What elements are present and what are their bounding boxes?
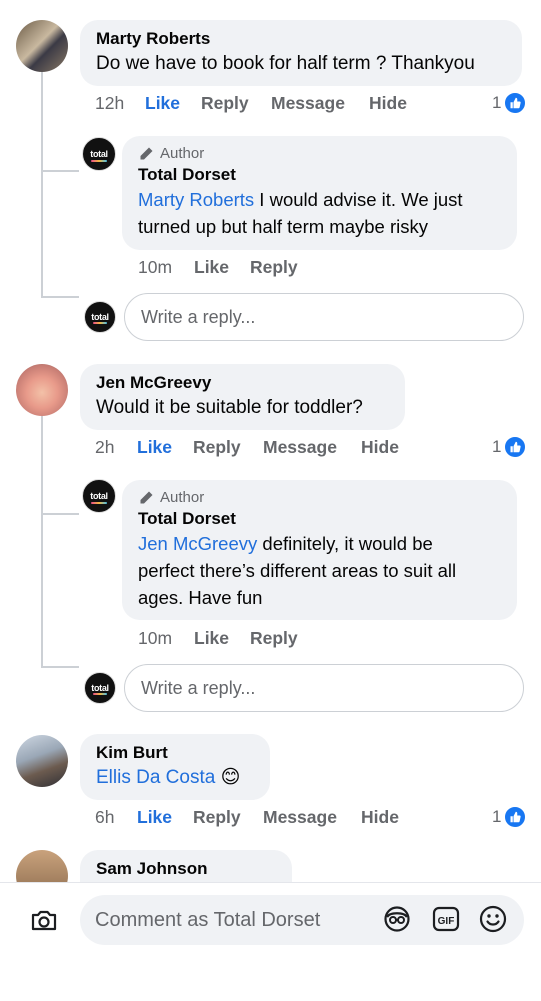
reply-input[interactable]: Write a reply... bbox=[124, 293, 524, 341]
mention-link[interactable]: Marty Roberts bbox=[138, 189, 254, 210]
reply-text-line3: ages. Have fun bbox=[138, 587, 263, 608]
comment-bubble: Jen McGreevy Would it be suitable for to… bbox=[80, 364, 405, 430]
author-badge-label: Author bbox=[160, 145, 205, 162]
thread-line-branch bbox=[41, 666, 79, 668]
author-badge: Author bbox=[138, 144, 503, 164]
comment-input-placeholder: Comment as Total Dorset bbox=[95, 908, 321, 931]
author-avatar[interactable]: total bbox=[82, 137, 116, 171]
like-icon bbox=[503, 805, 528, 829]
like-icon bbox=[503, 435, 528, 459]
avatar[interactable] bbox=[16, 20, 68, 72]
message-button[interactable]: Message bbox=[271, 93, 369, 114]
camera-icon[interactable] bbox=[28, 904, 60, 936]
comment-timestamp[interactable]: 2h bbox=[95, 437, 137, 458]
thread-line-branch bbox=[41, 296, 79, 298]
comment-author-name[interactable]: Marty Roberts bbox=[96, 28, 508, 50]
reaction-count[interactable]: 1 bbox=[492, 435, 528, 459]
composer-avatar: total bbox=[84, 672, 116, 704]
reply-button[interactable]: Reply bbox=[201, 93, 271, 114]
reaction-count-text: 1 bbox=[492, 93, 502, 112]
avatar[interactable] bbox=[16, 735, 68, 787]
author-avatar[interactable]: total bbox=[82, 479, 116, 513]
reply-text-line1: definitely, it would be bbox=[257, 533, 433, 554]
like-button[interactable]: Like bbox=[137, 437, 193, 458]
message-button[interactable]: Message bbox=[263, 437, 361, 458]
comment-bubble: Kim Burt Ellis Da Costa 😊 bbox=[80, 734, 270, 800]
comment-timestamp[interactable]: 12h bbox=[95, 93, 145, 114]
like-button[interactable]: Like bbox=[137, 807, 193, 828]
reply-like-button[interactable]: Like bbox=[194, 628, 250, 649]
reply-text: Marty Roberts I would advise it. We just… bbox=[138, 186, 503, 240]
reply-timestamp[interactable]: 10m bbox=[138, 628, 194, 649]
reaction-count-text: 1 bbox=[492, 807, 502, 826]
reply-button[interactable]: Reply bbox=[193, 807, 263, 828]
reply-reply-button[interactable]: Reply bbox=[250, 257, 298, 278]
reply-like-button[interactable]: Like bbox=[194, 257, 250, 278]
avatar-sticker-icon[interactable] bbox=[382, 904, 412, 934]
brand-logo: total bbox=[83, 138, 115, 170]
mention-link[interactable]: Ellis Da Costa bbox=[96, 767, 215, 788]
thread-line-branch bbox=[41, 170, 79, 172]
comment-author-name[interactable]: Kim Burt bbox=[96, 742, 256, 764]
reaction-count-text: 1 bbox=[492, 437, 502, 456]
reaction-count[interactable]: 1 bbox=[492, 805, 528, 829]
reply-bubble: Author Total Dorset Marty Roberts I woul… bbox=[122, 136, 517, 250]
brand-logo: total bbox=[85, 673, 115, 703]
reply-button[interactable]: Reply bbox=[193, 437, 263, 458]
emoji: 😊 bbox=[220, 767, 241, 788]
author-badge: Author bbox=[138, 488, 503, 508]
reply-text: Jen McGreevy definitely, it would be per… bbox=[138, 530, 503, 611]
comment-text: Do we have to book for half term ? Thank… bbox=[96, 53, 475, 74]
comment-author-name[interactable]: Sam Johnson bbox=[96, 858, 278, 880]
reply-timestamp[interactable]: 10m bbox=[138, 257, 194, 278]
like-icon bbox=[503, 91, 528, 115]
emoji-icon[interactable] bbox=[478, 904, 508, 934]
reply-text-line1: I would advise it. We just bbox=[254, 189, 463, 210]
pen-icon bbox=[140, 491, 153, 504]
brand-logo: total bbox=[85, 302, 115, 332]
gif-icon[interactable]: GIF bbox=[431, 904, 461, 934]
reply-input[interactable]: Write a reply... bbox=[124, 664, 524, 712]
reaction-count[interactable]: 1 bbox=[492, 91, 528, 115]
composer-avatar: total bbox=[84, 301, 116, 333]
hide-button[interactable]: Hide bbox=[369, 93, 407, 114]
reply-reply-button[interactable]: Reply bbox=[250, 628, 298, 649]
reply-actions: 10m Like Reply bbox=[138, 257, 298, 278]
comment-bubble: Marty Roberts Do we have to book for hal… bbox=[80, 20, 522, 86]
comment-text: Ellis Da Costa 😊 bbox=[96, 764, 256, 791]
reply-author-name[interactable]: Total Dorset bbox=[138, 164, 503, 186]
comment-actions: 2h Like Reply Message Hide bbox=[95, 437, 399, 458]
mention-link[interactable]: Jen McGreevy bbox=[138, 533, 257, 554]
reply-author-name[interactable]: Total Dorset bbox=[138, 508, 503, 530]
svg-text:GIF: GIF bbox=[438, 916, 455, 927]
pen-icon bbox=[140, 147, 153, 160]
thread-line bbox=[41, 416, 43, 668]
message-button[interactable]: Message bbox=[263, 807, 361, 828]
like-button[interactable]: Like bbox=[145, 93, 201, 114]
author-badge-label: Author bbox=[160, 489, 205, 506]
reply-text-line2: perfect there’s different areas to suit … bbox=[138, 560, 457, 581]
comment-timestamp[interactable]: 6h bbox=[95, 807, 137, 828]
thread-line-branch bbox=[41, 513, 79, 515]
hide-button[interactable]: Hide bbox=[361, 437, 399, 458]
brand-logo: total bbox=[83, 480, 115, 512]
reply-text-line2: turned up but half term maybe risky bbox=[138, 216, 428, 237]
hide-button[interactable]: Hide bbox=[361, 807, 399, 828]
comment-actions: 12h Like Reply Message Hide bbox=[95, 93, 407, 114]
comment-author-name[interactable]: Jen McGreevy bbox=[96, 372, 391, 394]
comment-actions: 6h Like Reply Message Hide bbox=[95, 807, 399, 828]
avatar[interactable] bbox=[16, 364, 68, 416]
thread-line bbox=[41, 72, 43, 298]
reply-bubble: Author Total Dorset Jen McGreevy definit… bbox=[122, 480, 517, 620]
reply-actions: 10m Like Reply bbox=[138, 628, 298, 649]
comment-text: Would it be suitable for toddler? bbox=[96, 397, 363, 418]
